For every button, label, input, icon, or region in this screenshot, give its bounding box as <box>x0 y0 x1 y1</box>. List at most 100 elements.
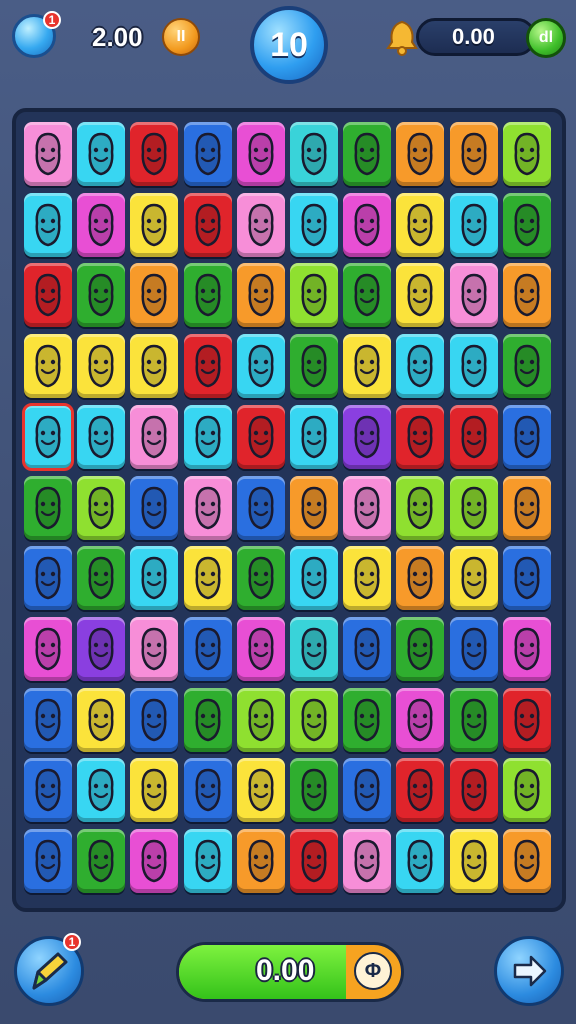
tile[interactable] <box>77 122 126 186</box>
tile[interactable] <box>502 475 551 540</box>
tile[interactable] <box>236 263 285 328</box>
tile[interactable] <box>396 475 445 540</box>
tile[interactable] <box>236 122 285 186</box>
tile[interactable] <box>502 192 551 257</box>
tile[interactable] <box>130 334 179 399</box>
tile[interactable] <box>502 263 551 328</box>
tile[interactable] <box>396 546 445 611</box>
tile[interactable] <box>343 475 392 540</box>
tile[interactable] <box>343 616 392 681</box>
tile[interactable] <box>77 404 126 469</box>
tile[interactable] <box>24 192 72 257</box>
tile[interactable] <box>290 546 338 611</box>
tile[interactable] <box>290 758 338 823</box>
tile[interactable] <box>183 475 232 540</box>
next-button[interactable] <box>494 936 564 1006</box>
tile[interactable] <box>449 687 498 752</box>
tile[interactable] <box>449 263 498 328</box>
tile[interactable] <box>502 122 551 186</box>
tile[interactable] <box>183 122 232 186</box>
tile[interactable] <box>290 475 338 540</box>
tile[interactable] <box>343 829 392 893</box>
gem-button[interactable]: 1 <box>12 11 61 58</box>
tile[interactable] <box>77 616 126 681</box>
tile[interactable] <box>449 122 498 186</box>
tile[interactable] <box>77 263 126 328</box>
tile[interactable] <box>236 404 285 469</box>
tile[interactable] <box>130 616 179 681</box>
tile[interactable] <box>183 829 232 893</box>
tile[interactable] <box>449 404 498 469</box>
tile[interactable] <box>77 687 126 752</box>
tile[interactable] <box>130 263 179 328</box>
tile[interactable] <box>343 334 392 399</box>
tile[interactable] <box>236 334 285 399</box>
tile[interactable] <box>449 192 498 257</box>
tile[interactable] <box>183 263 232 328</box>
tile[interactable] <box>396 192 445 257</box>
tile[interactable] <box>449 475 498 540</box>
tile[interactable] <box>236 192 285 257</box>
tile[interactable] <box>236 546 285 611</box>
tile[interactable] <box>396 616 445 681</box>
tile[interactable] <box>183 758 232 823</box>
tile[interactable] <box>77 546 126 611</box>
tile[interactable] <box>290 334 338 399</box>
tile[interactable] <box>343 122 392 186</box>
tile[interactable] <box>343 687 392 752</box>
tile[interactable] <box>502 334 551 399</box>
tile[interactable] <box>24 263 72 328</box>
tile[interactable] <box>130 404 179 469</box>
tile[interactable] <box>130 687 179 752</box>
tile[interactable] <box>343 263 392 328</box>
tile[interactable] <box>396 334 445 399</box>
tile[interactable] <box>290 829 338 893</box>
tile[interactable] <box>130 122 179 186</box>
tile[interactable] <box>77 758 126 823</box>
tile[interactable] <box>502 687 551 752</box>
tile[interactable] <box>236 475 285 540</box>
tile[interactable] <box>396 122 445 186</box>
tile[interactable] <box>502 616 551 681</box>
tile[interactable] <box>24 122 72 186</box>
tile[interactable] <box>130 475 179 540</box>
tile[interactable] <box>130 192 179 257</box>
tile[interactable] <box>236 687 285 752</box>
tile[interactable] <box>130 829 179 893</box>
tile[interactable] <box>183 687 232 752</box>
tile[interactable] <box>449 829 498 893</box>
hint-button[interactable]: 1 <box>14 933 84 1006</box>
tile[interactable] <box>77 334 126 399</box>
tile[interactable] <box>236 829 285 893</box>
tile[interactable] <box>183 192 232 257</box>
tile[interactable] <box>290 192 338 257</box>
tile[interactable] <box>24 829 72 893</box>
tile[interactable] <box>24 546 72 611</box>
tile[interactable] <box>183 546 232 611</box>
tile[interactable] <box>290 616 338 681</box>
tile[interactable] <box>183 616 232 681</box>
tile[interactable] <box>502 404 551 469</box>
tile[interactable] <box>22 402 74 471</box>
tile[interactable] <box>290 687 338 752</box>
tile[interactable] <box>343 192 392 257</box>
tile[interactable] <box>290 404 338 469</box>
tile[interactable] <box>449 546 498 611</box>
tile[interactable] <box>343 758 392 823</box>
tile[interactable] <box>24 758 72 823</box>
tile[interactable] <box>449 616 498 681</box>
tile[interactable] <box>77 192 126 257</box>
tile[interactable] <box>130 758 179 823</box>
tile[interactable] <box>396 687 445 752</box>
tile[interactable] <box>290 263 338 328</box>
tile[interactable] <box>290 122 338 186</box>
tile[interactable] <box>24 616 72 681</box>
tile[interactable] <box>77 475 126 540</box>
tile[interactable] <box>343 404 392 469</box>
tile[interactable] <box>24 475 72 540</box>
tile[interactable] <box>183 334 232 399</box>
bar-add-button[interactable]: dl <box>526 18 566 58</box>
tile[interactable] <box>396 263 445 328</box>
tile[interactable] <box>236 616 285 681</box>
tile[interactable] <box>130 546 179 611</box>
